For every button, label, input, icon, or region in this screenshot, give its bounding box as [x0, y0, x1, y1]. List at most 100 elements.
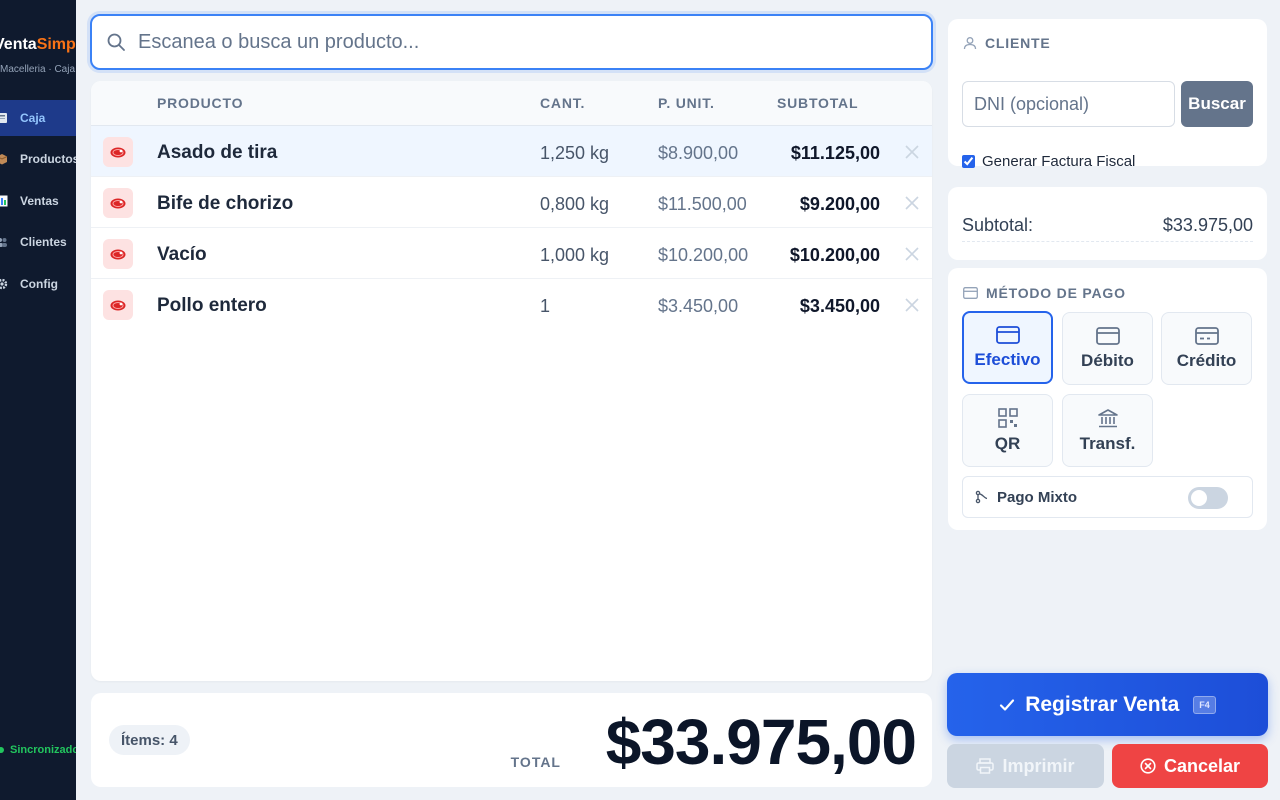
register-sale-label: Registrar Venta: [1025, 692, 1180, 716]
product-qty[interactable]: 1,000 kg: [540, 245, 609, 266]
bank-icon: [1097, 408, 1118, 427]
subtotal-value: $33.975,00: [1162, 215, 1253, 235]
meat-icon: [103, 239, 133, 269]
fiscal-invoice-option[interactable]: Generar Factura Fiscal: [962, 153, 1135, 170]
table-row[interactable]: Asado de tira 1,250 kg $8.900,00 $11.125…: [91, 126, 932, 177]
box-icon: [0, 153, 8, 165]
payment-method-debito[interactable]: Débito: [1062, 312, 1153, 385]
product-qty[interactable]: 0,800 kg: [540, 194, 609, 215]
sidebar-item-label: Clientes: [20, 235, 67, 249]
payment-method-efectivo[interactable]: Efectivo: [962, 311, 1053, 384]
product-name: Asado de tira: [157, 142, 278, 163]
cancel-sale-button[interactable]: Cancelar: [1112, 744, 1268, 788]
client-title: CLIENTE: [963, 35, 1051, 51]
cancel-label: Cancelar: [1163, 755, 1241, 776]
payment-method-transferencia[interactable]: Transf.: [1062, 394, 1153, 467]
credit-card-icon: [1194, 326, 1219, 345]
meat-icon: [103, 188, 133, 218]
product-name: Pollo entero: [157, 295, 267, 316]
sidebar-item-label: Caja: [20, 111, 46, 125]
product-qty[interactable]: 1,250 kg: [540, 143, 609, 164]
product-name: Bife de chorizo: [157, 193, 294, 214]
product-qty[interactable]: 1: [540, 296, 550, 317]
total-bar: Ítems: 4 TOTAL $33.975,00: [91, 693, 932, 787]
keyboard-shortcut-badge: F4: [1193, 695, 1216, 714]
sidebar-item-label: Productos: [20, 152, 76, 166]
sidebar: VentaSimple Macelleria · Caja Caja Produ…: [0, 0, 76, 800]
print-button[interactable]: Imprimir: [947, 744, 1104, 788]
search-icon: [107, 33, 125, 51]
payment-method-label: Crédito: [1176, 350, 1237, 370]
payment-method-label: Transf.: [1079, 433, 1136, 453]
printer-icon: [976, 758, 995, 774]
mixed-payment-row: Pago Mixto: [962, 476, 1253, 518]
subtotal-label: Subtotal:: [962, 215, 1034, 235]
meat-icon: [103, 137, 133, 167]
brand-part1: Venta: [0, 36, 37, 53]
remove-item-button[interactable]: [903, 296, 921, 314]
users-icon: [0, 236, 8, 248]
meat-icon: [103, 290, 133, 320]
card-icon: [963, 287, 978, 299]
close-icon: [905, 247, 919, 261]
sidebar-item-config[interactable]: Config: [0, 266, 76, 302]
payment-method-label: QR: [994, 433, 1021, 453]
client-panel: CLIENTE Buscar Generar Factura Fiscal: [948, 19, 1267, 170]
table-row[interactable]: Vacío 1,000 kg $10.200,00 $10.200,00: [91, 228, 932, 279]
fiscal-invoice-label: Generar Factura Fiscal: [982, 153, 1136, 170]
product-search-input[interactable]: [138, 30, 898, 54]
payment-method-label: Efectivo: [974, 349, 1041, 369]
debit-card-icon: [1095, 326, 1120, 345]
payment-title: MÉTODO DE PAGO: [963, 285, 1126, 301]
mixed-payment-toggle[interactable]: [1188, 487, 1228, 509]
sidebar-item-label: Config: [20, 277, 58, 291]
table-header: PRODUCTO CANT. P. UNIT. SUBTOTAL: [91, 81, 932, 126]
remove-item-button[interactable]: [903, 194, 921, 212]
payment-method-credito[interactable]: Crédito: [1161, 312, 1252, 385]
close-icon: [905, 196, 919, 210]
register-icon: [0, 112, 8, 124]
product-subtotal: $11.125,00: [790, 143, 880, 163]
sidebar-item-ventas[interactable]: Ventas: [0, 183, 76, 219]
close-icon: [905, 145, 919, 159]
print-label: Imprimir: [1002, 755, 1075, 776]
check-icon: [1000, 698, 1015, 711]
header-producto: PRODUCTO: [157, 95, 244, 111]
register-sale-button[interactable]: Registrar Venta F4: [947, 673, 1268, 736]
product-subtotal: $3.450,00: [799, 296, 880, 316]
header-precio-unitario: P. UNIT.: [658, 95, 715, 111]
cash-icon: [995, 325, 1020, 344]
sidebar-item-productos[interactable]: Productos: [0, 141, 76, 177]
sidebar-item-caja[interactable]: Caja: [0, 100, 76, 136]
qr-icon: [997, 407, 1018, 428]
table-row[interactable]: Bife de chorizo 0,800 kg $11.500,00 $9.2…: [91, 177, 932, 228]
fiscal-invoice-checkbox[interactable]: [962, 155, 975, 168]
remove-item-button[interactable]: [903, 143, 921, 161]
payment-panel: MÉTODO DE PAGO Efectivo Débito Crédito Q…: [948, 268, 1267, 530]
sidebar-item-label: Ventas: [20, 194, 59, 208]
search-client-button[interactable]: Buscar: [1181, 81, 1253, 127]
dni-input[interactable]: [962, 81, 1175, 127]
remove-item-button[interactable]: [903, 245, 921, 263]
product-subtotal: $10.200,00: [789, 245, 880, 265]
chart-icon: [0, 195, 8, 207]
product-search-bar: [90, 14, 933, 70]
product-unit-price: $3.450,00: [658, 296, 739, 316]
mixed-payment-label: Pago Mixto: [997, 488, 1078, 506]
sidebar-item-clientes[interactable]: Clientes: [0, 224, 76, 260]
brand-subtitle: Macelleria · Caja: [0, 64, 76, 75]
table-row[interactable]: Pollo entero 1 $3.450,00 $3.450,00: [91, 279, 932, 330]
payment-title-label: MÉTODO DE PAGO: [986, 285, 1126, 301]
user-icon: [963, 37, 977, 50]
product-unit-price: $11.500,00: [658, 194, 747, 214]
header-subtotal: SUBTOTAL: [777, 95, 859, 111]
product-subtotal: $9.200,00: [799, 194, 880, 214]
payment-method-qr[interactable]: QR: [962, 394, 1053, 467]
total-label: TOTAL: [510, 754, 561, 770]
product-unit-price: $8.900,00: [658, 143, 739, 163]
client-title-label: CLIENTE: [985, 35, 1051, 51]
product-unit-price: $10.200,00: [658, 245, 749, 265]
payment-method-label: Débito: [1081, 350, 1134, 370]
split-icon: [975, 490, 988, 504]
gear-icon: [0, 278, 8, 290]
